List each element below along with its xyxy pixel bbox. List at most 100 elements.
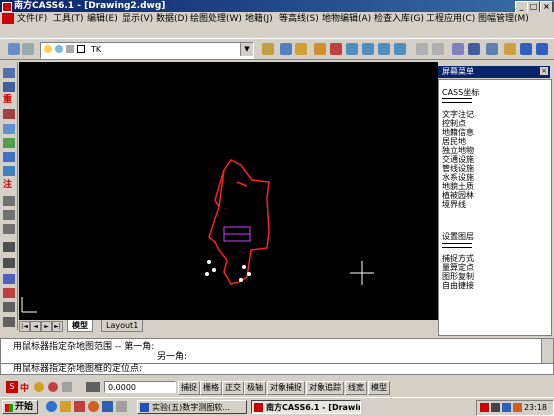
otrack-toggle[interactable]: 对象追踪 [306, 381, 344, 395]
snap-toggle[interactable]: 捕捉 [178, 381, 200, 395]
screen-menu-item[interactable]: 图形复制 [442, 272, 474, 281]
zoom-realtime-icon[interactable] [536, 43, 548, 55]
moon-icon[interactable] [34, 382, 44, 392]
open-icon[interactable] [280, 43, 292, 55]
lineweight-toggle[interactable]: 线宽 [345, 381, 367, 395]
keyboard-icon[interactable] [62, 382, 72, 392]
layer-previous-icon[interactable] [262, 43, 274, 55]
pencil-icon[interactable] [504, 43, 516, 55]
screen-menu-item[interactable]: 自由捷接 [442, 281, 474, 290]
polyline-icon[interactable] [3, 82, 15, 92]
media-icon[interactable] [74, 401, 85, 412]
layer-state-icon[interactable] [22, 43, 34, 55]
annotate-icon[interactable]: 注 [3, 180, 15, 190]
menu-check[interactable]: 检查入库(G) [374, 13, 424, 25]
ime-mode[interactable]: 中 [20, 381, 29, 394]
pen-icon[interactable] [314, 43, 326, 55]
folder-icon[interactable] [60, 401, 71, 412]
menu-view[interactable]: 显示(V) [122, 13, 153, 25]
app-shortcut-icon[interactable] [102, 401, 113, 412]
screen-menu-item[interactable]: 量算定点 [442, 263, 474, 272]
grid-icon[interactable] [486, 43, 498, 55]
start-button[interactable]: 开始 [2, 400, 38, 414]
menu-feature-edit[interactable]: 地物编辑(A) [322, 13, 371, 25]
chevron-down-icon[interactable]: ▼ [240, 43, 253, 56]
redraw-icon[interactable]: 重 [3, 95, 15, 105]
tray-icon-2[interactable] [491, 403, 500, 412]
save-icon[interactable] [295, 43, 307, 55]
water-icon[interactable] [3, 166, 15, 176]
screen-menu-item[interactable]: 地貌土质 [442, 182, 474, 191]
screen-menu-item[interactable]: 设置图层 [442, 232, 474, 241]
rectangle-icon[interactable] [3, 196, 15, 206]
model-toggle[interactable]: 模型 [368, 381, 390, 395]
undo-icon[interactable] [416, 43, 428, 55]
box-icon[interactable] [3, 224, 15, 234]
zoom-window-icon[interactable] [362, 43, 374, 55]
zoom-in-icon[interactable] [346, 43, 358, 55]
percent-icon[interactable] [3, 274, 15, 284]
screen-menu-item[interactable]: CASS坐标 [442, 88, 479, 97]
volume-icon[interactable] [513, 403, 522, 412]
layer-icon[interactable] [86, 382, 100, 392]
drawing-canvas[interactable]: · · · · · [19, 62, 438, 320]
first-tab-icon[interactable]: |◄ [19, 321, 30, 332]
browser-icon[interactable] [88, 401, 99, 412]
osnap-toggle[interactable]: 对象捕捉 [267, 381, 305, 395]
command-scrollbar[interactable] [541, 339, 553, 363]
camera-icon[interactable] [3, 109, 15, 119]
tree-icon[interactable] [3, 138, 15, 148]
desktop-icon[interactable] [116, 401, 127, 412]
screen-menu-item[interactable]: 境界线 [442, 200, 466, 209]
grid-toggle[interactable]: 栅格 [200, 381, 222, 395]
task-cass[interactable]: 南方CASS6.1 - [Drawing... [251, 400, 361, 414]
screen-menu-item[interactable]: 交通设施 [442, 155, 474, 164]
task-word-document[interactable]: 实验(五)数字测图软... [137, 400, 247, 414]
screen-menu-item[interactable]: 植被园林 [442, 191, 474, 200]
menu-sheet[interactable]: 图幅管理(M) [478, 13, 529, 25]
menu-engineering[interactable]: 工程应用(C) [426, 13, 475, 25]
punctuation-icon[interactable] [48, 382, 58, 392]
screen-menu-item[interactable]: 水系设施 [442, 173, 474, 182]
zoom-out-icon[interactable] [378, 43, 390, 55]
tray-icon-3[interactable] [502, 403, 511, 412]
snap-icon[interactable] [330, 43, 342, 55]
line-icon[interactable] [3, 68, 15, 78]
screen-menu-item[interactable]: 居民地 [442, 137, 466, 146]
slash-icon[interactable] [3, 317, 15, 327]
layer-manager-icon[interactable] [8, 43, 20, 55]
command-input[interactable]: 用鼠标器指定杂地图框的定位点: [0, 364, 554, 375]
app-icon[interactable] [2, 2, 12, 12]
circle-icon[interactable] [3, 302, 15, 312]
tab-layout1[interactable]: Layout1 [101, 320, 144, 332]
screen-menu-item[interactable]: 文字注记 [442, 110, 474, 119]
next-tab-icon[interactable]: ► [41, 321, 52, 332]
close-icon[interactable]: × [540, 67, 548, 75]
menu-draw[interactable]: 绘图处理(W) [190, 13, 242, 25]
menu-data[interactable]: 数据(D) [156, 13, 188, 25]
tab-model[interactable]: 模型 [67, 320, 93, 332]
ime-logo-icon[interactable]: S [6, 381, 18, 393]
screen-menu-item[interactable]: 独立地物 [442, 146, 474, 155]
point-icon[interactable] [3, 288, 15, 298]
match-icon[interactable] [468, 43, 480, 55]
tray-icon-1[interactable] [480, 403, 489, 412]
prev-tab-icon[interactable]: ◄ [30, 321, 41, 332]
screen-menu-item[interactable]: 捕捉方式 [442, 254, 474, 263]
screen-menu-item[interactable]: 地籍信息 [442, 128, 474, 137]
square-icon[interactable] [3, 210, 15, 220]
zoom-extents-icon[interactable] [394, 43, 406, 55]
pan-icon[interactable] [520, 43, 532, 55]
ie-icon[interactable] [46, 401, 57, 412]
hatch-icon[interactable] [3, 242, 15, 252]
menu-contour[interactable]: 等高线(S) [279, 13, 319, 25]
boundary-icon[interactable] [3, 152, 15, 162]
layer-dropdown[interactable]: TK ▼ [40, 42, 254, 59]
edit-icon[interactable] [3, 124, 15, 134]
properties-icon[interactable] [452, 43, 464, 55]
menu-edit[interactable]: 编辑(E) [87, 13, 118, 25]
menu-cadastre[interactable]: 地籍(J) [245, 13, 273, 25]
redo-icon[interactable] [432, 43, 444, 55]
menu-file[interactable]: 文件(F) [17, 13, 47, 25]
screen-menu-item[interactable]: 控制点 [442, 119, 466, 128]
